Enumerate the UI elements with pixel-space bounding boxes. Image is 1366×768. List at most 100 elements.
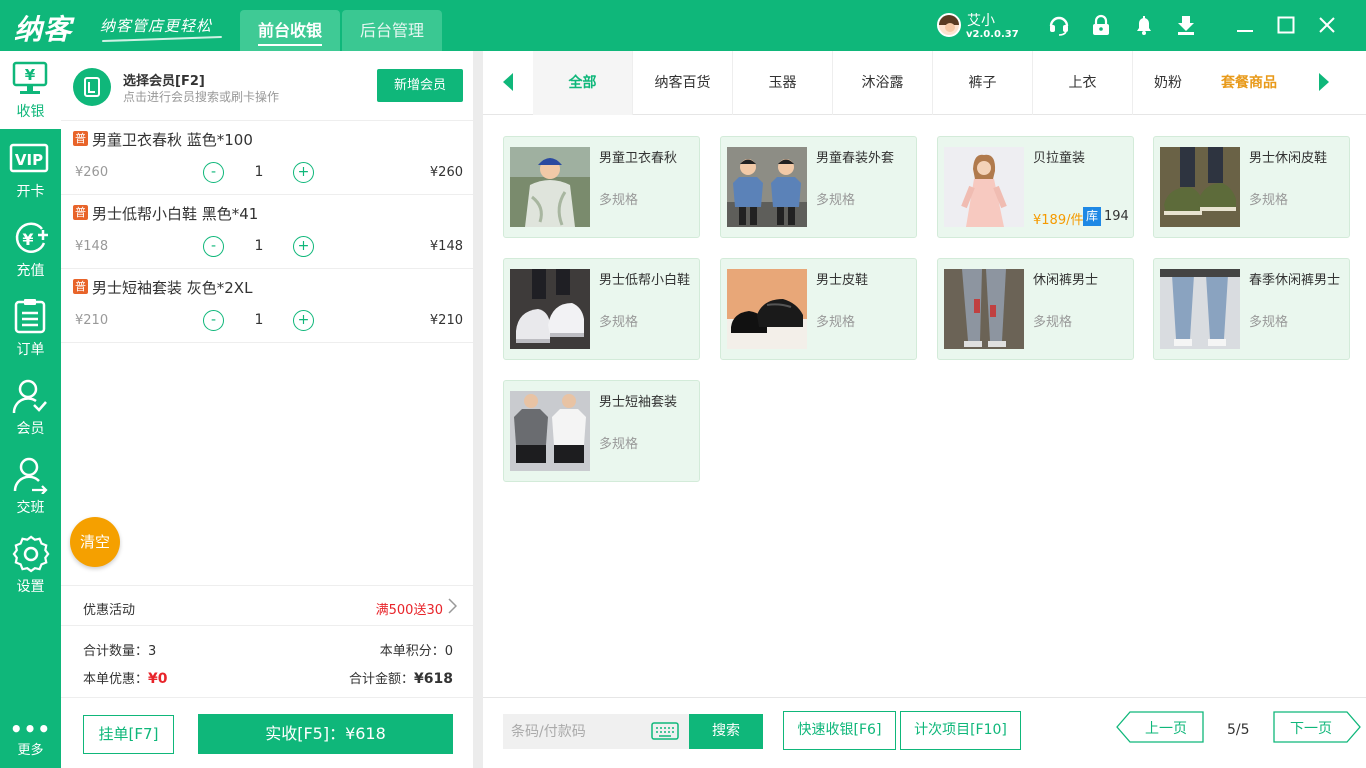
qty-minus-button[interactable]: - [203,310,224,331]
nav-item-cashier[interactable]: ¥ 收银 [0,51,61,129]
nav-item-open-card[interactable]: VIP 开卡 [0,131,61,209]
qty-value[interactable]: 1 [241,238,277,254]
product-card[interactable]: 男士皮鞋 多规格 [720,258,917,360]
product-card[interactable]: 贝拉童装 ¥189/件 库 194 [937,136,1134,238]
category-item[interactable]: 上衣 [1033,51,1133,115]
lock-icon[interactable] [1090,14,1112,36]
category-item[interactable]: 奶粉 [1133,51,1203,115]
quick-cashier-button[interactable]: 快速收银[F6] [783,711,896,750]
product-spec: 多规格 [599,193,639,208]
qty-minus-button[interactable]: - [203,162,224,183]
product-card[interactable]: 男士低帮小白鞋 多规格 [503,258,700,360]
category-bar: 全部 纳客百货 玉器 沐浴露 裤子 上衣 奶粉 套餐商品 [483,51,1366,115]
product-name: 男士低帮小白鞋 [599,273,691,288]
search-button[interactable]: 搜索 [689,714,763,749]
product-card[interactable]: 男士短袖套装 多规格 [503,380,700,482]
app-logo: 纳客 [14,13,73,46]
settings-icon [12,535,50,573]
qty-plus-button[interactable]: + [293,310,314,331]
product-image [510,147,590,227]
page-indicator: 5/5 [1227,722,1250,738]
bell-icon[interactable] [1133,14,1155,36]
app-slogan: 纳客管店更轻松 [100,17,213,35]
count-item-button[interactable]: 计次项目[F10] [900,711,1021,750]
member-selector[interactable]: 选择会员[F2] 点击进行会员搜索或刷卡操作 新增会员 [61,51,473,121]
download-icon[interactable] [1175,14,1197,36]
category-item[interactable]: 纳客百货 [633,51,733,115]
cart-summary: 合计数量：3 本单积分：0 本单优惠：¥0 合计金额：¥618 [61,627,473,697]
cart-item[interactable]: 普 男童卫衣春秋 蓝色*100 ¥260 - 1 + ¥260 [61,121,473,195]
checkout-button[interactable]: 实收[F5]：¥618 [198,714,453,754]
svg-text:¥: ¥ [22,230,33,249]
order-total: 合计金额：¥618 [349,671,453,687]
category-prev-icon[interactable] [503,73,513,91]
product-image [1160,147,1240,227]
shift-icon [13,457,48,494]
product-card[interactable]: 春季休闲裤男士 多规格 [1153,258,1350,360]
top-bar: 纳客 纳客管店更轻松 前台收银 后台管理 艾小 v2.0.0.37 [0,0,1366,51]
order-icon [14,299,46,334]
normal-tag: 普 [73,131,88,146]
app-version: v2.0.0.37 [966,29,1019,40]
product-name: 春季休闲裤男士 [1249,273,1341,288]
qty-plus-button[interactable]: + [293,162,314,183]
category-all[interactable]: 全部 [533,51,633,115]
order-points: 本单积分：0 [379,644,453,659]
product-spec: 多规格 [816,193,856,208]
category-next-icon[interactable] [1319,73,1329,91]
product-name: 男童春装外套 [816,151,895,166]
category-item[interactable]: 裤子 [933,51,1033,115]
qty-value[interactable]: 1 [241,312,277,328]
product-card[interactable]: 男童卫衣春秋 多规格 [503,136,700,238]
product-card[interactable]: 男童春装外套 多规格 [720,136,917,238]
promotion-row[interactable]: 优惠活动 满500送30 [61,585,473,626]
category-item[interactable]: 玉器 [733,51,833,115]
product-name: 男士皮鞋 [816,273,869,288]
nav-item-members[interactable]: 会员 [0,368,61,446]
product-card[interactable]: 男士休闲皮鞋 多规格 [1153,136,1350,238]
qty-value[interactable]: 1 [241,164,277,180]
nav-more[interactable]: ••• 更多 [0,719,61,758]
product-image [510,391,590,471]
next-page-button[interactable]: 下一页 [1273,711,1361,743]
clear-cart-button[interactable]: 清空 [70,517,120,567]
user-name[interactable]: 艾小 [967,10,995,30]
hold-order-button[interactable]: 挂单[F7] [83,715,174,754]
product-price: ¥189/件 [1033,213,1084,228]
maximize-icon[interactable] [1275,14,1297,36]
add-member-button[interactable]: 新增会员 [377,69,463,102]
nav-item-settings[interactable]: 设置 [0,526,61,604]
minimize-icon[interactable] [1234,14,1256,36]
product-name: 休闲裤男士 [1033,273,1099,288]
member-icon [12,379,47,414]
tab-front-cashier[interactable]: 前台收银 [240,10,340,51]
order-discount: 本单优惠：¥0 [83,671,168,687]
product-spec: 多规格 [1033,315,1073,330]
cart-panel: 选择会员[F2] 点击进行会员搜索或刷卡操作 新增会员 普 男童卫衣春秋 蓝色*… [61,51,473,768]
user-avatar[interactable] [937,13,961,37]
close-icon[interactable] [1316,14,1338,36]
nav-item-recharge[interactable]: ¥ 充值 [0,210,61,288]
nav-item-shift[interactable]: 交班 [0,447,61,525]
tab-back-office[interactable]: 后台管理 [342,10,442,51]
cart-item-name: 男士短袖套装 灰色*2XL [92,279,253,297]
cart-item[interactable]: 普 男士短袖套装 灰色*2XL ¥210 - 1 + ¥210 [61,269,473,343]
product-spec: 多规格 [599,315,639,330]
qty-plus-button[interactable]: + [293,236,314,257]
cart-item-price: ¥260 [75,165,109,180]
product-spec: 多规格 [1249,315,1289,330]
headset-icon[interactable] [1048,14,1070,36]
category-combo[interactable]: 套餐商品 [1221,51,1277,115]
product-spec: 多规格 [1249,193,1289,208]
keyboard-icon[interactable] [651,722,679,740]
stock-badge: 库 [1083,207,1101,226]
nav-item-orders[interactable]: 订单 [0,289,61,367]
product-image [944,269,1024,349]
product-name: 男童卫衣春秋 [599,151,678,166]
product-card[interactable]: 休闲裤男士 多规格 [937,258,1134,360]
cart-item[interactable]: 普 男士低帮小白鞋 黑色*41 ¥148 - 1 + ¥148 [61,195,473,269]
prev-page-button[interactable]: 上一页 [1116,711,1204,743]
category-item[interactable]: 沐浴露 [833,51,933,115]
member-title[interactable]: 选择会员[F2] [123,70,205,89]
qty-minus-button[interactable]: - [203,236,224,257]
